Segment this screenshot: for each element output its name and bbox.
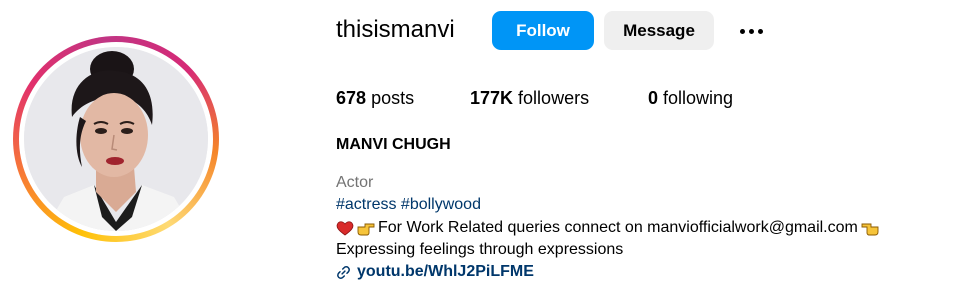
- posts-label: posts: [371, 88, 415, 108]
- dot: [748, 28, 754, 34]
- followers-label: followers: [518, 88, 590, 108]
- bio-hashtags: #actress #bollywood: [336, 196, 481, 214]
- profile-username: thisismanvi: [336, 16, 455, 43]
- message-button[interactable]: Message: [604, 11, 714, 50]
- bio-line: For Work Related queries connect on manv…: [336, 219, 882, 237]
- following-count: 0: [648, 88, 659, 108]
- posts-stat: 678 posts: [336, 88, 414, 109]
- avatar[interactable]: [24, 47, 208, 231]
- bio-link-text[interactable]: youtu.be/WhlJ2PiLFME: [357, 263, 534, 281]
- bio-line: Expressing feelings through expressions: [336, 241, 624, 258]
- bio-link[interactable]: youtu.be/WhlJ2PiLFME: [336, 263, 534, 281]
- pointing-left-icon: [861, 223, 879, 236]
- followers-count: 177K: [470, 88, 514, 108]
- follow-button[interactable]: Follow: [492, 11, 594, 50]
- avatar-photo: [24, 47, 208, 231]
- hashtag-link[interactable]: #bollywood: [401, 196, 481, 213]
- dot: [757, 28, 763, 34]
- hashtag-link[interactable]: #actress: [336, 196, 396, 213]
- pointing-right-icon: [357, 223, 375, 236]
- red-heart-icon: [336, 221, 354, 236]
- posts-count: 678: [336, 88, 367, 108]
- more-options-icon[interactable]: [731, 14, 771, 48]
- full-name: MANVI CHUGH: [336, 136, 451, 153]
- followers-stat[interactable]: 177K followers: [470, 88, 589, 109]
- story-ring[interactable]: [13, 36, 219, 242]
- following-label: following: [663, 88, 734, 108]
- category-label: Actor: [336, 174, 374, 191]
- link-icon: [337, 265, 350, 279]
- dot: [739, 28, 745, 34]
- bio-work-text: For Work Related queries connect on manv…: [378, 219, 858, 236]
- following-stat[interactable]: 0 following: [648, 88, 733, 109]
